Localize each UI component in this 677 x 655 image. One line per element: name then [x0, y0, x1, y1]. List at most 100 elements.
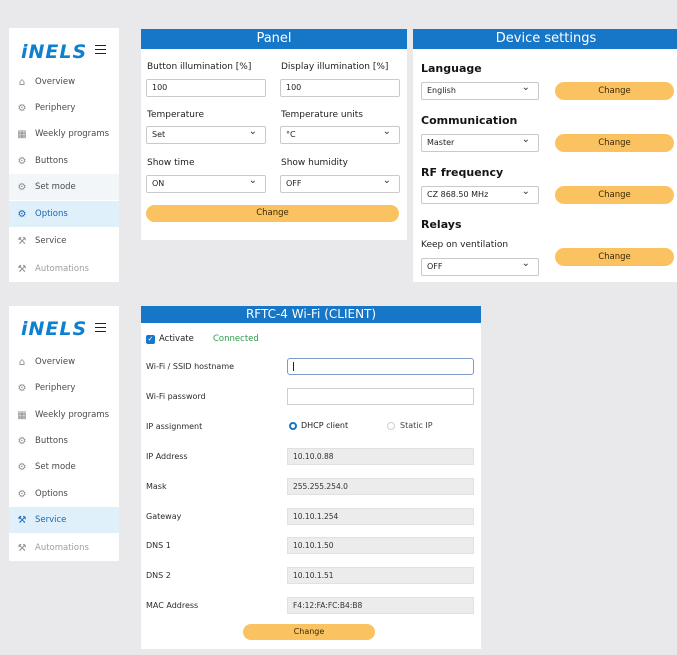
ip-address-label: IP Address	[146, 452, 188, 461]
gear-icon: ⚙	[17, 488, 27, 500]
temperature-units-select[interactable]: °C	[280, 124, 400, 144]
text-cursor	[293, 362, 294, 371]
sidebar-item-label: Buttons	[35, 436, 68, 446]
sidebar-item-label: Options	[35, 209, 68, 219]
tools-icon: ⚒	[17, 263, 27, 275]
show-humidity-label: Show humidity	[281, 158, 348, 168]
connection-status: Connected	[213, 334, 259, 344]
sidebar-item-automations[interactable]: ⚒ Automations	[9, 535, 119, 561]
sidebar-item-service[interactable]: ⚒ Service	[9, 507, 119, 533]
sidebar-item-periphery[interactable]: ⚙ Periphery	[9, 95, 119, 121]
display-illumination-input[interactable]: 100	[280, 79, 400, 97]
temperature-select[interactable]: Set	[146, 124, 266, 144]
gear-icon: ⚙	[17, 435, 27, 447]
sidebar-item-options[interactable]: ⚙ Options	[9, 201, 119, 227]
sidebar-item-set-mode[interactable]: ⚙ Set mode	[9, 454, 119, 480]
ssid-label: Wi-Fi / SSID hostname	[146, 362, 235, 371]
sidebar-item-label: Set mode	[35, 462, 76, 472]
dhcp-radio[interactable]	[289, 422, 297, 430]
rf-frequency-select[interactable]: CZ 868.50 MHz	[421, 184, 539, 204]
dns1-label: DNS 1	[146, 541, 171, 550]
sidebar-item-label: Weekly programs	[35, 129, 110, 139]
activate-checkbox[interactable]: ✓	[146, 335, 155, 344]
show-time-select[interactable]: ON	[146, 173, 266, 193]
sidebar-item-buttons[interactable]: ⚙ Buttons	[9, 428, 119, 454]
wifi-password-label: Wi-Fi password	[146, 392, 206, 401]
show-time-label: Show time	[147, 158, 195, 168]
home-icon: ⌂	[18, 76, 26, 88]
tools-icon: ⚒	[17, 542, 27, 554]
dns2-label: DNS 2	[146, 571, 171, 580]
inels-logo: iNELS	[21, 41, 88, 63]
tools-icon: ⚒	[17, 514, 27, 526]
menu-icon[interactable]	[95, 45, 106, 54]
gear-icon: ⚙	[17, 461, 27, 473]
static-ip-label: Static IP	[400, 421, 433, 430]
mac-address-label: MAC Address	[146, 601, 199, 610]
sidebar-item-label: Periphery	[35, 383, 76, 393]
sidebar-item-label: Set mode	[35, 182, 76, 192]
panel-change-button[interactable]: Change	[146, 205, 399, 222]
sidebar-item-weekly-programs[interactable]: ▦ Weekly programs	[9, 121, 119, 147]
gear-icon: ⚙	[17, 382, 27, 394]
panel-title: Panel	[141, 29, 407, 49]
sidebar-item-overview[interactable]: ⌂ Overview	[9, 69, 119, 95]
sidebar-item-service[interactable]: ⚒ Service	[9, 228, 119, 254]
wifi-password-input[interactable]	[287, 388, 474, 405]
sidebar-item-label: Service	[35, 236, 67, 246]
sidebar-item-overview[interactable]: ⌂ Overview	[9, 349, 119, 375]
tools-icon: ⚒	[17, 235, 27, 247]
gateway-label: Gateway	[146, 512, 182, 521]
ip-address-field: 10.10.0.88	[287, 448, 474, 465]
keep-on-ventilation-label: Keep on ventilation	[421, 240, 509, 250]
button-illumination-input[interactable]: 100	[146, 79, 266, 97]
mask-label: Mask	[146, 482, 167, 491]
sidebar-item-automations[interactable]: ⚒ Automations	[9, 256, 119, 282]
temperature-label: Temperature	[147, 110, 205, 120]
relays-change-button[interactable]: Change	[555, 248, 674, 266]
wifi-change-button[interactable]: Change	[243, 624, 375, 640]
calendar-icon: ▦	[17, 409, 27, 421]
gear-icon: ⚙	[17, 208, 27, 220]
sidebar-item-label: Overview	[35, 77, 76, 87]
home-icon: ⌂	[18, 356, 26, 368]
gear-icon: ⚙	[17, 155, 27, 167]
sidebar-item-label: Buttons	[35, 156, 68, 166]
sidebar-item-set-mode[interactable]: ⚙ Set mode	[9, 174, 119, 200]
sidebar-item-label: Automations	[35, 543, 89, 553]
sidebar-item-label: Options	[35, 489, 68, 499]
ip-assignment-label: IP assignment	[146, 422, 203, 431]
language-header: Language	[421, 62, 482, 75]
sidebar-item-label: Overview	[35, 357, 76, 367]
communication-select[interactable]: Master	[421, 132, 539, 152]
menu-icon[interactable]	[95, 323, 106, 332]
sidebar-item-label: Periphery	[35, 103, 76, 113]
dns2-field: 10.10.1.51	[287, 567, 474, 584]
sidebar-bottom: iNELS ⌂ Overview ⚙ Periphery ▦ Weekly progr…	[9, 306, 119, 561]
show-humidity-select[interactable]: OFF	[280, 173, 400, 193]
language-select[interactable]: English	[421, 80, 539, 100]
sidebar-item-options[interactable]: ⚙ Options	[9, 481, 119, 507]
wifi-client-title: RFTC-4 Wi-Fi (CLIENT)	[141, 306, 481, 323]
keep-on-ventilation-select[interactable]: OFF	[421, 256, 539, 276]
sidebar-item-weekly-programs[interactable]: ▦ Weekly programs	[9, 402, 119, 428]
panel-card: Panel Button illumination [%] 100 Displa…	[141, 29, 407, 240]
dns1-field: 10.10.1.50	[287, 537, 474, 554]
temperature-units-label: Temperature units	[281, 110, 363, 120]
rf-frequency-header: RF frequency	[421, 166, 504, 179]
sidebar-item-periphery[interactable]: ⚙ Periphery	[9, 375, 119, 401]
gear-icon: ⚙	[17, 102, 27, 114]
gear-icon: ⚙	[17, 181, 27, 193]
dhcp-label: DHCP client	[301, 421, 349, 430]
language-change-button[interactable]: Change	[555, 82, 674, 100]
mask-field: 255.255.254.0	[287, 478, 474, 495]
device-settings-card: Device settings Language English Change …	[413, 29, 677, 282]
gateway-field: 10.10.1.254	[287, 508, 474, 525]
sidebar-item-buttons[interactable]: ⚙ Buttons	[9, 148, 119, 174]
static-ip-radio[interactable]	[387, 422, 395, 430]
rf-frequency-change-button[interactable]: Change	[555, 186, 674, 204]
ssid-input[interactable]	[287, 358, 474, 375]
communication-change-button[interactable]: Change	[555, 134, 674, 152]
button-illumination-label: Button illumination [%]	[147, 62, 252, 72]
mac-address-field: F4:12:FA:FC:B4:B8	[287, 597, 474, 614]
